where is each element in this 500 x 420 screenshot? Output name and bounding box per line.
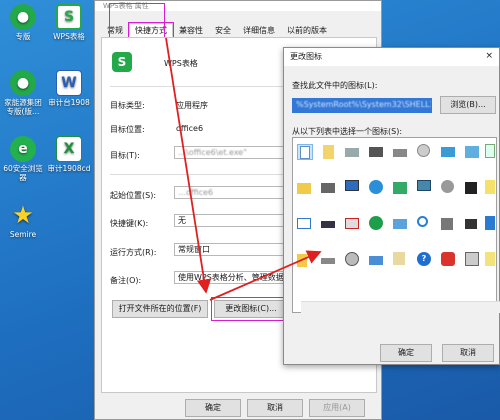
application-icon[interactable] — [345, 144, 361, 160]
disk-icon[interactable] — [321, 252, 337, 268]
start-in-label: 起始位置(S): — [110, 191, 157, 200]
target-location-label: 目标位置: — [110, 125, 145, 134]
search-icon[interactable] — [417, 216, 433, 232]
gear-icon[interactable] — [441, 180, 457, 196]
desktop-icon-label: 家能源集团 专版(版… — [4, 98, 42, 116]
select-icon-label: 从以下列表中选择一个图标(S): — [292, 127, 403, 136]
target-value: …\office6\et.exe" — [178, 148, 247, 157]
cancel-button[interactable]: 取消 — [247, 399, 303, 417]
desktop-icon-label: 审计1908cd — [47, 164, 91, 173]
icon-file-value: %SystemRoot%\System32\SHELL32.dll — [296, 100, 431, 109]
desktop-icon-energy-group[interactable]: ● 家能源集团 专版(版… — [0, 70, 46, 116]
blank-document-icon[interactable] — [297, 144, 313, 160]
warning-icon[interactable] — [485, 180, 500, 196]
shortcut-icon[interactable] — [465, 180, 481, 196]
run-label: 运行方式(R): — [110, 248, 157, 257]
tab-previous-versions[interactable]: 以前的版本 — [281, 23, 333, 37]
printer-icon[interactable] — [321, 180, 337, 196]
help-icon[interactable]: ? — [417, 252, 433, 268]
app-icon: ● — [10, 4, 36, 30]
remote-icon[interactable] — [465, 144, 481, 160]
monitor-icon[interactable] — [345, 180, 361, 196]
change-icon-dialog: 更改图标 × 查找此文件中的图标(L): %SystemRoot%\System… — [283, 47, 500, 365]
laptop-icon[interactable] — [369, 252, 385, 268]
window-icon[interactable] — [417, 180, 433, 196]
start-in-value: …office6 — [178, 188, 214, 197]
target-type-value: 应用程序 — [176, 101, 208, 110]
globe-icon[interactable] — [369, 180, 385, 196]
network-icon[interactable] — [393, 180, 409, 196]
tab-compatibility[interactable]: 兼容性 — [173, 23, 209, 37]
ok-button[interactable]: 确定 — [185, 399, 241, 417]
grid-icon[interactable] — [393, 252, 409, 268]
dialog-ok-button[interactable]: 确定 — [380, 344, 432, 362]
delete-icon[interactable] — [345, 216, 361, 232]
blue-file-icon[interactable] — [485, 216, 500, 232]
browser-icon: e — [10, 136, 36, 162]
desktop-icon-audit-xls[interactable]: X 审计1908cd — [46, 136, 92, 173]
run-value: 常规窗口 — [178, 245, 210, 254]
icon-list[interactable]: ? — [292, 137, 500, 313]
horizontal-scrollbar[interactable] — [301, 301, 500, 313]
recycle-icon[interactable] — [485, 144, 500, 160]
document-icon[interactable] — [321, 144, 337, 160]
desktop-icon-label: 审计台1908 — [48, 98, 90, 107]
target-label: 目标(T): — [110, 151, 140, 160]
drive-icon[interactable] — [393, 144, 409, 160]
tab-security[interactable]: 安全 — [209, 23, 237, 37]
open-file-location-button[interactable]: 打开文件所在的位置(F) — [112, 300, 208, 318]
small-folder-icon[interactable] — [297, 252, 313, 268]
desktop-icon-label: Semire — [9, 230, 37, 239]
shortcut-key-label: 快捷键(K): — [110, 219, 149, 228]
find-label: 查找此文件中的图标(L): — [292, 81, 378, 90]
close-icon[interactable]: × — [485, 51, 493, 61]
shutdown-icon[interactable] — [441, 252, 457, 268]
keyboard-icon[interactable] — [321, 216, 337, 232]
comment-label: 备注(O): — [110, 276, 142, 285]
folder-icon[interactable] — [297, 180, 313, 196]
apply-button[interactable]: 应用(A) — [309, 399, 365, 417]
wps-icon: S — [56, 4, 82, 30]
change-icon-button[interactable]: 更改图标(C)... — [211, 297, 291, 321]
network-drive-icon[interactable] — [441, 144, 457, 160]
dialog-title: 更改图标 — [284, 48, 499, 66]
wps-app-icon: S — [112, 52, 132, 72]
tab-details[interactable]: 详细信息 — [237, 23, 281, 37]
device-icon[interactable] — [441, 216, 457, 232]
desktop-icon-label: 专版 — [15, 32, 31, 41]
desktop-icon-wps-sheet[interactable]: S WPS表格 — [46, 4, 92, 41]
target-type-label: 目标类型: — [110, 101, 145, 110]
dialog-cancel-button[interactable]: 取消 — [442, 344, 494, 362]
network-share-icon[interactable] — [393, 216, 409, 232]
desktop-icon-label: WPS表格 — [53, 32, 85, 41]
excel-icon: X — [56, 136, 82, 162]
icon-file-input[interactable]: %SystemRoot%\System32\SHELL32.dll — [292, 98, 432, 113]
browse-button[interactable]: 浏览(B)... — [440, 96, 496, 114]
power-icon[interactable] — [369, 216, 385, 232]
camera-icon[interactable] — [465, 216, 481, 232]
app-icon: ● — [10, 70, 36, 96]
chip-icon[interactable] — [369, 144, 385, 160]
desktop-icon-audit-doc[interactable]: W 审计台1908 — [46, 70, 92, 107]
cd-drive-icon[interactable] — [417, 144, 433, 160]
desktop-icon-zhuanban[interactable]: ● 专版 — [0, 4, 46, 41]
shortcut-tab-highlight — [109, 3, 165, 39]
app-name: WPS表格 — [164, 59, 198, 68]
optical-disk-icon[interactable] — [345, 252, 361, 268]
desktop-icon-semire[interactable]: ★ Semire — [0, 200, 46, 240]
security-icon[interactable] — [465, 252, 481, 268]
star-icon: ★ — [12, 200, 34, 229]
blank-window-icon[interactable] — [297, 216, 313, 232]
target-location-value: office6 — [176, 124, 204, 133]
desktop-icon-360-browser[interactable]: e 60安全浏览 器 — [0, 136, 46, 182]
desktop-icon-label: 60安全浏览 器 — [3, 164, 43, 182]
word-doc-icon: W — [56, 70, 82, 96]
lock-file-icon[interactable] — [485, 252, 500, 268]
